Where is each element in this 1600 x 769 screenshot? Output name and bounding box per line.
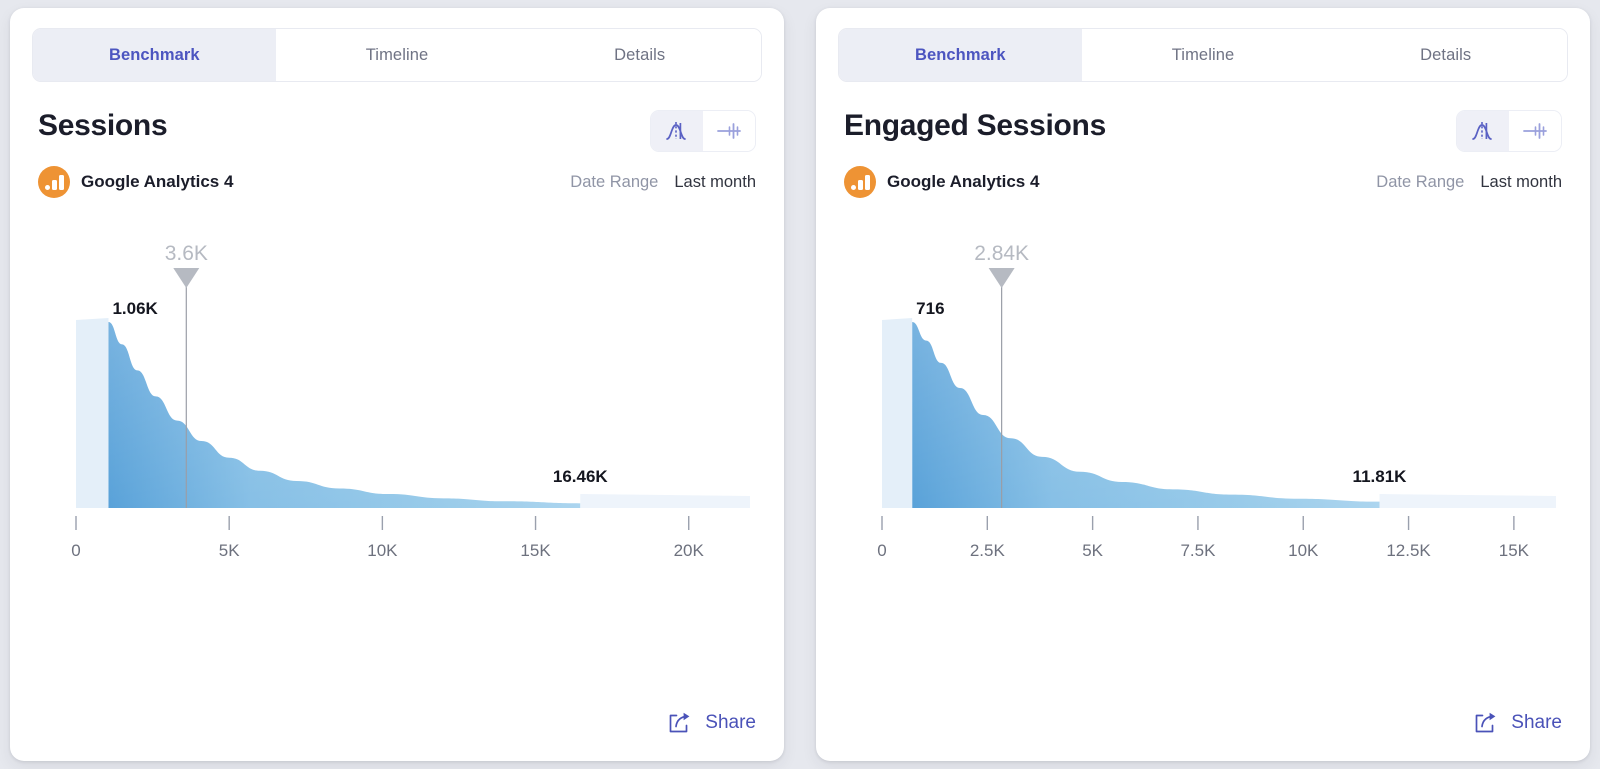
benchmark-distribution-chart: 2.84K 716 11.81K 0 2.5K 5K 7.5K 10K 12.5K 15K (844, 208, 1562, 578)
tab-details[interactable]: Details (518, 29, 761, 81)
svg-text:0: 0 (71, 541, 80, 560)
tab-label: Benchmark (108, 45, 200, 64)
share-button[interactable]: Share (1473, 711, 1562, 735)
date-range-label: Date Range (1376, 172, 1465, 191)
share-label: Share (1511, 712, 1562, 733)
card-footer: Share (816, 711, 1590, 761)
date-range-control: Date Range Last month (570, 173, 756, 192)
date-range-control: Date Range Last month (1376, 173, 1562, 192)
card-source-row: Google Analytics 4 Date Range Last month (816, 152, 1590, 198)
svg-text:0: 0 (877, 541, 886, 560)
svg-text:11.81K: 11.81K (1353, 467, 1408, 486)
date-range-label: Date Range (570, 172, 659, 191)
metric-card-engaged-sessions: Benchmark Timeline Details Engaged Sessi… (816, 8, 1590, 761)
share-button[interactable]: Share (667, 711, 756, 735)
svg-text:20K: 20K (674, 541, 705, 560)
box-plot-toggle[interactable] (1509, 111, 1561, 151)
card-tabs: Benchmark Timeline Details (838, 28, 1568, 82)
dashboard-board: Benchmark Timeline Details Sessions Goog… (0, 0, 1600, 769)
chart-area: 2.84K 716 11.81K 0 2.5K 5K 7.5K 10K 12.5K 15K (816, 198, 1590, 711)
box-plot-icon (1523, 123, 1547, 139)
svg-text:12.5K: 12.5K (1386, 541, 1431, 560)
tab-benchmark[interactable]: Benchmark (839, 29, 1082, 81)
tab-label: Benchmark (914, 45, 1006, 64)
tab-label: Timeline (1171, 45, 1235, 64)
tab-details[interactable]: Details (1324, 29, 1567, 81)
google-analytics-icon (844, 166, 876, 198)
date-range-value[interactable]: Last month (1480, 173, 1562, 192)
svg-text:10K: 10K (1288, 541, 1319, 560)
distribution-curve-icon (1472, 122, 1492, 140)
tab-timeline[interactable]: Timeline (275, 29, 519, 81)
chart-area: 3.6K 1.06K 16.46K 0 5K 10K 15K 20K (10, 198, 784, 711)
svg-text:716: 716 (916, 299, 944, 318)
google-analytics-icon (38, 166, 70, 198)
distribution-curve-toggle[interactable] (1457, 111, 1509, 151)
card-footer: Share (10, 711, 784, 761)
svg-text:2.5K: 2.5K (970, 541, 1006, 560)
page-title: Engaged Sessions (844, 109, 1106, 142)
tab-benchmark[interactable]: Benchmark (33, 29, 276, 81)
card-header: Engaged Sessions (816, 82, 1590, 152)
share-label: Share (705, 712, 756, 733)
svg-text:7.5K: 7.5K (1180, 541, 1216, 560)
svg-text:2.84K: 2.84K (974, 242, 1029, 265)
tab-label: Details (1420, 45, 1472, 64)
tab-timeline[interactable]: Timeline (1081, 29, 1325, 81)
view-toggle-group (650, 110, 756, 152)
share-icon (1475, 712, 1496, 733)
svg-text:5K: 5K (1082, 541, 1103, 560)
tab-label: Details (614, 45, 666, 64)
benchmark-distribution-chart: 3.6K 1.06K 16.46K 0 5K 10K 15K 20K (38, 208, 756, 578)
metric-card-sessions: Benchmark Timeline Details Sessions Goog… (10, 8, 784, 761)
data-source-label: Google Analytics 4 (81, 172, 234, 191)
svg-text:15K: 15K (520, 541, 551, 560)
card-tabs: Benchmark Timeline Details (32, 28, 762, 82)
tab-label: Timeline (365, 45, 429, 64)
svg-text:3.6K: 3.6K (165, 242, 208, 265)
svg-text:5K: 5K (219, 541, 240, 560)
date-range-value[interactable]: Last month (674, 173, 756, 192)
view-toggle-group (1456, 110, 1562, 152)
distribution-curve-toggle[interactable] (651, 111, 703, 151)
data-source: Google Analytics 4 (844, 166, 1039, 198)
box-plot-icon (717, 123, 741, 139)
data-source-label: Google Analytics 4 (887, 172, 1040, 191)
svg-text:16.46K: 16.46K (553, 467, 609, 486)
distribution-curve-icon (666, 122, 686, 140)
page-title: Sessions (38, 109, 168, 142)
card-source-row: Google Analytics 4 Date Range Last month (10, 152, 784, 198)
share-icon (669, 712, 690, 733)
svg-text:10K: 10K (367, 541, 398, 560)
svg-text:1.06K: 1.06K (112, 299, 158, 318)
card-header: Sessions (10, 82, 784, 152)
svg-text:15K: 15K (1499, 541, 1530, 560)
data-source: Google Analytics 4 (38, 166, 233, 198)
box-plot-toggle[interactable] (703, 111, 755, 151)
